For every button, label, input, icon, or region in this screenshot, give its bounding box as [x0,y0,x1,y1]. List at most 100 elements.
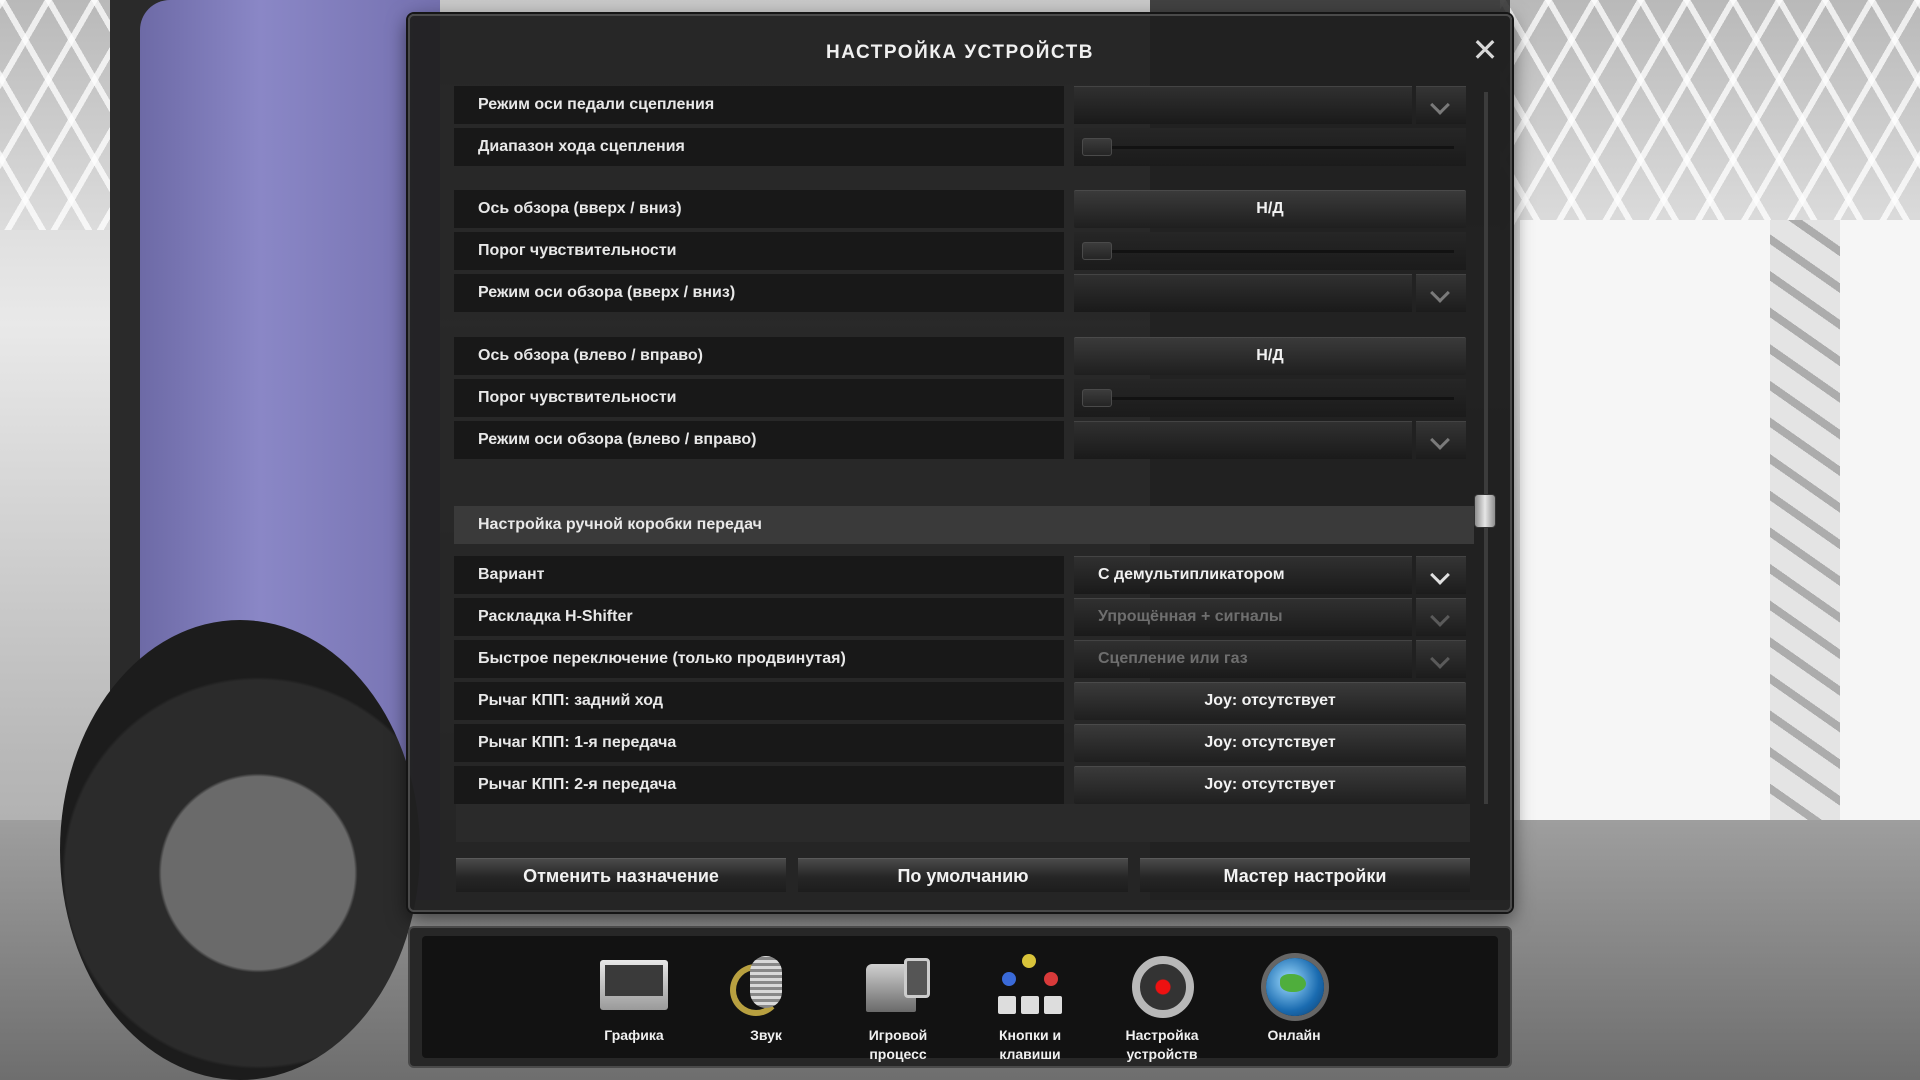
settings-row: Рычаг КПП: задний ход Joy: отсутствует [454,682,1474,720]
shifter-gear1-button[interactable]: Joy: отсутствует [1074,724,1466,762]
settings-row: Порог чувствительности [454,232,1474,270]
steel-pillar [1770,220,1840,830]
row-label: Режим оси педали сцепления [454,86,1064,124]
deadzone-leftright-slider[interactable] [1074,379,1466,417]
settings-row: Режим оси педали сцепления [454,86,1474,124]
scrollbar-track[interactable] [1484,92,1488,804]
settings-row: Порог чувствительности [454,379,1474,417]
menu-label: Графика [604,1027,664,1043]
dropdown-arrow-button[interactable] [1416,86,1466,124]
chevron-down-icon [1430,607,1450,627]
row-label: Быстрое переключение (только продвинутая… [454,640,1064,678]
menu-devices[interactable]: Настройка устройств [1102,954,1222,1064]
settings-row: Ось обзора (вверх / вниз) Н/Д [454,190,1474,228]
device-settings-dialog: НАСТРОЙКА УСТРОЙСТВ ✕ Режим оси педали с… [408,14,1512,912]
look-leftright-axis-button[interactable]: Н/Д [1074,337,1466,375]
shifter-gear2-button[interactable]: Joy: отсутствует [1074,766,1466,804]
close-button[interactable]: ✕ [1470,34,1500,66]
settings-row: Рычаг КПП: 2-я передача Joy: отсутствует [454,766,1474,804]
hint-strip [456,804,1470,842]
settings-row: Быстрое переключение (только продвинутая… [454,640,1474,678]
truck-tire [60,620,420,1080]
menu-label: Онлайн [1267,1027,1321,1043]
row-label: Порог чувствительности [454,232,1064,270]
dropdown-value: С демультипликатором [1074,556,1412,594]
slider-knob[interactable] [1082,242,1112,260]
settings-row: Режим оси обзора (вверх / вниз) [454,274,1474,312]
slider-knob[interactable] [1082,389,1112,407]
slider-track [1082,146,1454,149]
menu-keys[interactable]: Кнопки и клавиши [970,954,1090,1064]
dropdown-arrow-button[interactable] [1416,421,1466,459]
settings-row: Рычаг КПП: 1-я передача Joy: отсутствует [454,724,1474,762]
look-leftright-mode-dropdown[interactable] [1074,421,1466,459]
menu-sound[interactable]: Звук [706,954,826,1045]
menu-online[interactable]: Онлайн [1234,954,1354,1045]
dropdown-value [1074,274,1412,312]
clutch-axis-mode-dropdown[interactable] [1074,86,1466,124]
gamepad-keys-icon [992,954,1068,1022]
setup-wizard-button[interactable]: Мастер настройки [1140,858,1470,892]
dropdown-arrow-button[interactable] [1416,556,1466,594]
dropdown-value [1074,86,1412,124]
menu-label: Звук [750,1027,782,1043]
menu-gameplay[interactable]: Игровой процесс [838,954,958,1064]
dropdown-value [1074,421,1412,459]
section-header-manual-gearbox: Настройка ручной коробки передач [454,506,1474,544]
menu-label: Настройка устройств [1125,1027,1199,1062]
row-label: Порог чувствительности [454,379,1064,417]
deadzone-updown-slider[interactable] [1074,232,1466,270]
chevron-down-icon [1430,649,1450,669]
chevron-down-icon [1430,283,1450,303]
settings-row: Диапазон хода сцепления [454,128,1474,166]
unassign-button[interactable]: Отменить назначение [456,858,786,892]
dropdown-arrow-button[interactable] [1416,274,1466,312]
settings-row: Раскладка H-Shifter Упрощённая + сигналы [454,598,1474,636]
row-label: Режим оси обзора (влево / вправо) [454,421,1064,459]
row-label: Рычаг КПП: 2-я передача [454,766,1064,804]
row-label: Ось обзора (влево / вправо) [454,337,1064,375]
chevron-down-icon [1430,565,1450,585]
menu-label: Игровой процесс [868,1027,928,1062]
dropdown-value: Сцепление или газ [1074,640,1412,678]
steering-wheel-icon [1124,954,1200,1022]
row-label: Рычаг КПП: задний ход [454,682,1064,720]
slider-knob[interactable] [1082,138,1112,156]
microphone-icon [728,954,804,1022]
row-label: Раскладка H-Shifter [454,598,1064,636]
slider-track [1082,397,1454,400]
scrollbar-thumb[interactable] [1474,494,1496,528]
row-label: Режим оси обзора (вверх / вниз) [454,274,1064,312]
dropdown-arrow-button[interactable] [1416,598,1466,636]
menu-graphics[interactable]: Графика [574,954,694,1045]
row-label: Диапазон хода сцепления [454,128,1064,166]
quick-shift-dropdown[interactable]: Сцепление или газ [1074,640,1466,678]
defaults-button[interactable]: По умолчанию [798,858,1128,892]
chevron-down-icon [1430,430,1450,450]
settings-row: Ось обзора (влево / вправо) Н/Д [454,337,1474,375]
shifter-reverse-button[interactable]: Joy: отсутствует [1074,682,1466,720]
truck-phone-icon [860,954,936,1022]
dropdown-arrow-button[interactable] [1416,640,1466,678]
settings-list: Режим оси педали сцепления Диапазон хода… [454,82,1474,804]
h-shifter-layout-dropdown[interactable]: Упрощённая + сигналы [1074,598,1466,636]
dropdown-value: Упрощённая + сигналы [1074,598,1412,636]
dialog-title: НАСТРОЙКА УСТРОЙСТВ [826,42,1094,63]
look-updown-axis-button[interactable]: Н/Д [1074,190,1466,228]
monitor-icon [596,954,672,1022]
globe-icon [1256,954,1332,1022]
clutch-range-slider[interactable] [1074,128,1466,166]
row-label: Вариант [454,556,1064,594]
row-label: Ось обзора (вверх / вниз) [454,190,1064,228]
garage-door-light [1520,220,1920,840]
ceiling-truss-right [1500,0,1920,230]
settings-row: Вариант С демультипликатором [454,556,1474,594]
settings-category-bar: Графика Звук Игровой процесс Кнопки и кл… [408,926,1512,1068]
look-updown-mode-dropdown[interactable] [1074,274,1466,312]
menu-label: Кнопки и клавиши [998,1027,1062,1062]
slider-track [1082,250,1454,253]
chevron-down-icon [1430,95,1450,115]
settings-row: Режим оси обзора (влево / вправо) [454,421,1474,459]
row-label: Рычаг КПП: 1-я передача [454,724,1064,762]
gearbox-variant-dropdown[interactable]: С демультипликатором [1074,556,1466,594]
